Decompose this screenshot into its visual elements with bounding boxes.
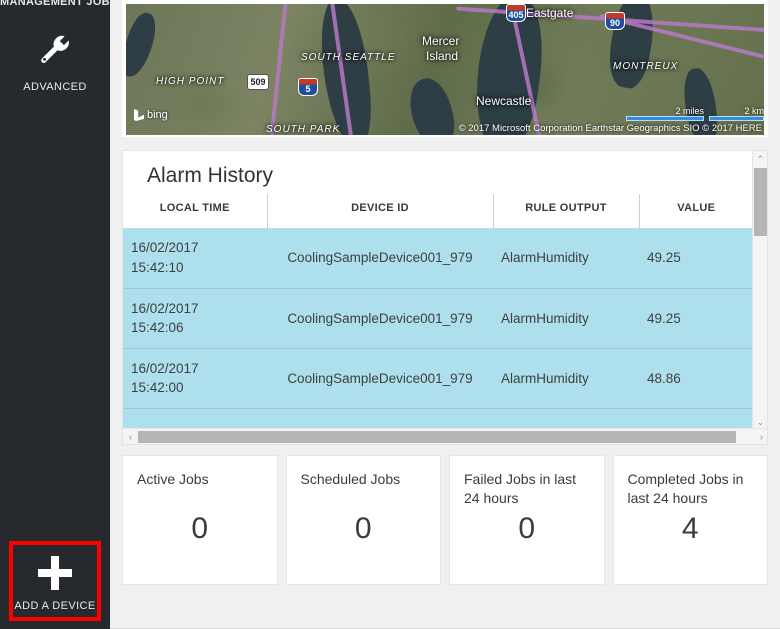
job-card-value: 0 <box>191 512 209 545</box>
cell-local-time: 16/02/2017 15:42:06 <box>123 288 267 349</box>
map-attribution: © 2017 Microsoft Corporation Earthstar G… <box>458 123 762 134</box>
horizontal-scrollbar-thumb[interactable] <box>138 431 736 443</box>
job-card-failed-jobs[interactable]: Failed Jobs in last 24 hours 0 <box>449 455 605 585</box>
column-header-local-time[interactable]: LOCAL TIME <box>123 194 268 228</box>
table-header-row: LOCAL TIME DEVICE ID RULE OUTPUT VALUE <box>123 194 753 228</box>
cell-local-time-date: 16/02/2017 <box>131 360 199 376</box>
map-route-shield-i90: 90 <box>605 12 625 30</box>
map-place-label: Newcastle <box>476 94 532 108</box>
cell-device-id: CoolingSampleDevice001_979 <box>267 288 493 349</box>
job-card-value: 0 <box>354 512 372 545</box>
cell-local-time-date: 16/02/2017 <box>131 240 199 256</box>
job-card-label: Failed Jobs in last 24 hours <box>464 471 577 506</box>
plus-icon <box>38 556 72 590</box>
map-place-label: SOUTH PARK <box>266 124 341 135</box>
bing-map[interactable]: SOUTH SEATTLE HIGH POINT SOUTH PARK Merc… <box>126 4 764 135</box>
wrench-icon <box>38 33 72 71</box>
job-card-scheduled-jobs[interactable]: Scheduled Jobs 0 <box>285 455 441 585</box>
alarm-history-table: LOCAL TIME DEVICE ID RULE OUTPUT VALUE 1… <box>123 194 753 444</box>
sidebar-item-add-a-device-label: ADD A DEVICE <box>14 600 96 612</box>
map-route-shield-i405: 405 <box>506 4 526 22</box>
cell-value: 49.25 <box>639 288 753 349</box>
alarm-history-panel: Alarm History LOCAL TIME DEVICE ID RULE … <box>122 150 768 445</box>
cell-value: 49.25 <box>639 228 753 289</box>
cell-rule-output: AlarmHumidity <box>493 348 639 409</box>
map-scale-miles: 2 miles <box>626 106 704 121</box>
alarm-history-title: Alarm History <box>147 164 274 187</box>
map-scale-km: 2 km <box>709 106 764 121</box>
device-map-panel: SOUTH SEATTLE HIGH POINT SOUTH PARK Merc… <box>122 0 768 137</box>
map-scale-km-label: 2 km <box>744 106 764 116</box>
map-route-shield-i5: 5 <box>298 78 318 96</box>
map-place-label: HIGH POINT <box>156 76 225 87</box>
alarm-history-table-wrapper: LOCAL TIME DEVICE ID RULE OUTPUT VALUE 1… <box>123 194 767 444</box>
job-summary-cards: Active Jobs 0 Scheduled Jobs 0 Failed Jo… <box>122 455 768 585</box>
main-content: SOUTH SEATTLE HIGH POINT SOUTH PARK Merc… <box>110 0 780 629</box>
cell-local-time-clock: 15:42:10 <box>131 259 184 275</box>
alarm-history-horizontal-scrollbar[interactable]: ‹ › <box>123 428 767 444</box>
bing-mark-icon <box>134 109 144 121</box>
sidebar-item-advanced[interactable]: ADVANCED <box>0 20 110 106</box>
column-header-rule-output[interactable]: RULE OUTPUT <box>493 194 640 228</box>
job-card-value: 0 <box>518 512 536 545</box>
column-header-value[interactable]: VALUE <box>639 194 753 228</box>
cell-local-time-date: 16/02/2017 <box>131 300 199 316</box>
scroll-right-arrow-icon[interactable]: › <box>754 429 767 444</box>
sidebar-cut-off-label: MANAGEMENT JOBS <box>0 0 110 7</box>
table-row[interactable]: 16/02/2017 15:42:06 CoolingSampleDevice0… <box>123 288 753 349</box>
cell-rule-output: AlarmHumidity <box>493 228 639 289</box>
table-row[interactable]: 16/02/2017 15:42:10 CoolingSampleDevice0… <box>123 228 753 289</box>
map-route-shield-509: 509 <box>247 74 269 90</box>
map-place-label: Island <box>426 49 459 63</box>
column-header-device-id[interactable]: DEVICE ID <box>267 194 494 228</box>
cell-rule-output: AlarmHumidity <box>493 288 639 349</box>
map-place-label: SOUTH SEATTLE <box>301 52 396 63</box>
map-scale-miles-bar <box>626 116 704 121</box>
map-scale-km-bar <box>709 116 764 121</box>
sidebar-item-add-a-device[interactable]: ADD A DEVICE <box>0 543 110 625</box>
job-card-label: Completed Jobs in last 24 hours <box>627 471 744 506</box>
bing-logo: bing <box>134 109 168 121</box>
cell-local-time: 16/02/2017 15:42:00 <box>123 348 267 409</box>
vertical-scrollbar-thumb[interactable] <box>754 168 767 236</box>
cell-value: 48.86 <box>639 348 753 409</box>
map-place-label: Mercer <box>422 34 460 48</box>
cell-device-id: CoolingSampleDevice001_979 <box>267 348 493 409</box>
job-card-value: 4 <box>681 512 699 545</box>
job-card-active-jobs[interactable]: Active Jobs 0 <box>122 455 278 585</box>
cell-local-time: 16/02/2017 15:42:10 <box>123 228 267 289</box>
sidebar: MANAGEMENT JOBS ADVANCED ADD A DEVICE <box>0 0 110 629</box>
cell-local-time-clock: 15:42:00 <box>131 380 184 396</box>
job-card-label: Scheduled Jobs <box>300 471 401 487</box>
map-place-label: MONTREUX <box>613 61 679 72</box>
bing-logo-text: bing <box>147 109 168 121</box>
cell-local-time-clock: 15:42:06 <box>131 320 184 336</box>
job-card-completed-jobs[interactable]: Completed Jobs in last 24 hours 4 <box>612 455 768 585</box>
scroll-up-arrow-icon[interactable]: ⌃ <box>753 151 767 167</box>
map-place-label: Eastgate <box>526 6 574 20</box>
map-scale-miles-label: 2 miles <box>675 106 704 116</box>
iot-dashboard-app: MANAGEMENT JOBS ADVANCED ADD A DEVICE SO… <box>0 0 780 629</box>
cell-device-id: CoolingSampleDevice001_979 <box>267 228 493 289</box>
alarm-history-vertical-scrollbar[interactable]: ⌃ ⌄ <box>752 151 767 430</box>
table-row[interactable]: 16/02/2017 15:42:00 CoolingSampleDevice0… <box>123 348 753 409</box>
sidebar-item-advanced-label: ADVANCED <box>23 81 87 93</box>
job-card-label: Active Jobs <box>137 471 209 487</box>
scroll-left-arrow-icon[interactable]: ‹ <box>123 429 138 444</box>
